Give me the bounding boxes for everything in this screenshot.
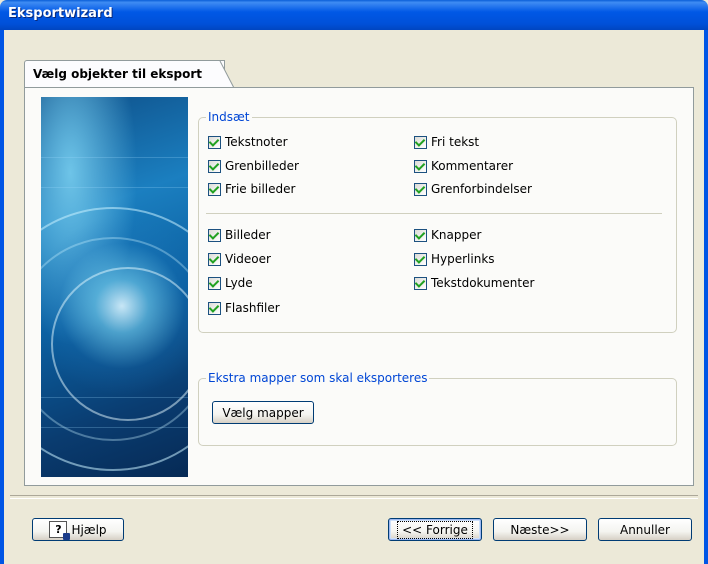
checkbox-label: Lyde — [225, 276, 253, 290]
checkmark-icon — [208, 182, 220, 194]
checkmark-icon — [208, 135, 220, 147]
footer-divider — [10, 495, 698, 499]
checkbox-label: Grenbilleder — [225, 159, 299, 173]
tab-slant — [218, 61, 235, 88]
choose-folders-label: Vælg mapper — [222, 405, 304, 420]
tab-select-objects[interactable]: Vælg objekter til eksport — [24, 60, 235, 88]
checkbox-box[interactable] — [414, 159, 427, 173]
cancel-label: Annuller — [619, 522, 670, 537]
help-icon: ? — [49, 521, 71, 540]
checkbox-box[interactable] — [208, 135, 221, 149]
tab-label: Vælg objekter til eksport — [33, 67, 203, 81]
back-label: << Forrige — [397, 520, 473, 539]
checkbox-hyperlinks[interactable]: Hyperlinks — [414, 251, 495, 267]
wizard-banner-image — [41, 97, 188, 477]
checkbox-label: Grenforbindelser — [431, 182, 532, 196]
checkmark-icon — [414, 182, 426, 194]
checkbox-box[interactable] — [208, 301, 221, 315]
checkbox-label: Fri tekst — [431, 135, 480, 149]
choose-folders-button[interactable]: Vælg mapper — [212, 401, 314, 424]
back-button[interactable]: << Forrige — [388, 518, 482, 541]
window-title: Eksportwizard — [8, 6, 113, 21]
checkmark-icon — [414, 159, 426, 171]
tab-container: Vælg objekter til eksport Indsæt Ekstra … — [24, 60, 694, 486]
checkbox-fri-tekst[interactable]: Fri tekst — [414, 134, 479, 150]
checkbox-box[interactable] — [208, 159, 221, 173]
next-label: Næste>> — [510, 522, 570, 537]
checkmark-icon — [208, 301, 220, 313]
checkbox-knapper[interactable]: Knapper — [414, 227, 481, 243]
checkbox-frie-billeder[interactable]: Frie billeder — [208, 181, 295, 197]
checkmark-icon — [414, 276, 426, 288]
checkmark-icon — [208, 252, 220, 264]
cancel-button[interactable]: Annuller — [598, 518, 692, 541]
checkbox-lyde[interactable]: Lyde — [208, 275, 253, 291]
checkbox-label: Videoer — [225, 252, 271, 266]
insert-group-separator — [206, 213, 662, 214]
extra-folders-group: Ekstra mapper som skal eksporteres Vælg … — [198, 371, 677, 446]
checkbox-box[interactable] — [414, 276, 427, 290]
checkbox-label: Frie billeder — [225, 182, 296, 196]
insert-group-legend: Indsæt — [206, 110, 252, 125]
checkbox-label: Knapper — [431, 228, 482, 242]
checkbox-box[interactable] — [208, 182, 221, 196]
help-button[interactable]: ? Hjælp — [32, 518, 124, 541]
checkmark-icon — [208, 276, 220, 288]
help-label: Hjælp — [71, 522, 107, 537]
checkbox-box[interactable] — [414, 228, 427, 242]
checkmark-icon — [414, 228, 426, 240]
window-frame-right — [704, 30, 708, 564]
checkbox-kommentarer[interactable]: Kommentarer — [414, 158, 513, 174]
checkbox-tekstdokumenter[interactable]: Tekstdokumenter — [414, 275, 534, 291]
checkmark-icon — [414, 135, 426, 147]
checkbox-flashfiler[interactable]: Flashfiler — [208, 300, 280, 316]
checkbox-videoer[interactable]: Videoer — [208, 251, 271, 267]
checkbox-label: Tekstnoter — [225, 135, 288, 149]
next-button[interactable]: Næste>> — [493, 518, 587, 541]
checkbox-box[interactable] — [414, 252, 427, 266]
checkbox-label: Hyperlinks — [431, 252, 495, 266]
title-bar[interactable]: Eksportwizard — [0, 0, 708, 30]
checkbox-box[interactable] — [414, 182, 427, 196]
checkbox-box[interactable] — [208, 252, 221, 266]
window-frame-left — [0, 30, 4, 564]
checkbox-billeder[interactable]: Billeder — [208, 227, 271, 243]
checkbox-box[interactable] — [208, 276, 221, 290]
checkbox-label: Flashfiler — [225, 301, 280, 315]
checkbox-grenbilleder[interactable]: Grenbilleder — [208, 158, 299, 174]
checkmark-icon — [208, 159, 220, 171]
checkbox-label: Billeder — [225, 228, 271, 242]
checkbox-label: Kommentarer — [431, 159, 514, 173]
extra-folders-legend: Ekstra mapper som skal eksporteres — [206, 371, 430, 386]
checkbox-tekstnoter[interactable]: Tekstnoter — [208, 134, 288, 150]
checkbox-box[interactable] — [208, 228, 221, 242]
checkbox-grenforbindelser[interactable]: Grenforbindelser — [414, 181, 532, 197]
checkmark-icon — [414, 252, 426, 264]
tab-panel: Indsæt Ekstra mapper som skal eksportere… — [24, 87, 694, 486]
checkbox-label: Tekstdokumenter — [431, 276, 535, 290]
checkmark-icon — [208, 228, 220, 240]
checkbox-box[interactable] — [414, 135, 427, 149]
